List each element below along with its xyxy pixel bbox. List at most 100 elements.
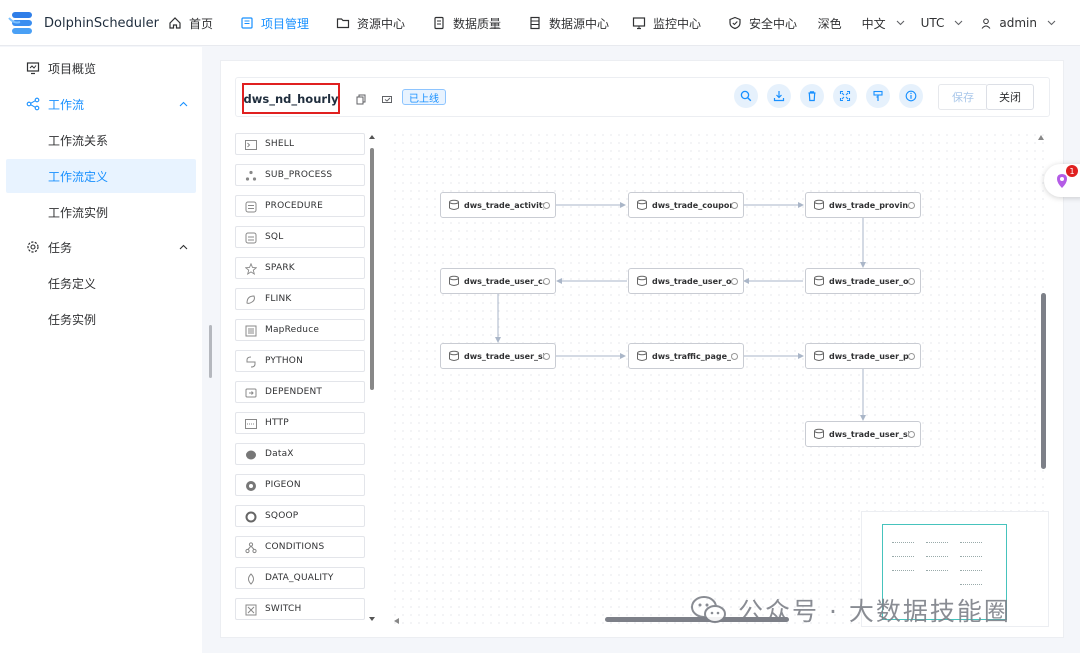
sidebar-item-task[interactable]: 任务: [0, 230, 202, 264]
fullscreen-button[interactable]: [833, 84, 857, 108]
home-icon: [168, 16, 182, 30]
task-type-data-quality[interactable]: DATA_QUALITY: [235, 567, 365, 589]
task-type-sub-process[interactable]: SUB_PROCESS: [235, 164, 365, 186]
sidebar-item-overview[interactable]: 项目概览: [0, 51, 202, 85]
main-nav: 首页 项目管理 资源中心 数据质量 数据源中心 监控中心 安全中心: [168, 0, 818, 46]
watermark-text: 公众号 · 大数据技能圈: [738, 597, 1011, 626]
copy-icon[interactable]: [356, 90, 366, 109]
task-type-datax[interactable]: DataX: [235, 443, 365, 465]
language-value: 中文: [861, 16, 886, 31]
nav-home-label: 首页: [189, 16, 214, 31]
sidebar-item-task-definition[interactable]: 任务定义: [0, 266, 202, 300]
dag-node[interactable]: dws_trade_user_car...: [440, 268, 556, 294]
task-type-http[interactable]: HTTP: [235, 412, 365, 434]
task-type-label: SHELL: [265, 139, 295, 149]
delete-icon: [808, 91, 816, 102]
language-select[interactable]: 中文: [862, 15, 905, 32]
dag-node[interactable]: dws_trade_coupon_...: [628, 192, 744, 218]
timezone-select[interactable]: UTC: [921, 16, 964, 30]
save-button[interactable]: 保存: [938, 84, 988, 110]
sidebar-item-label: 工作流定义: [48, 169, 109, 184]
sidebar-item-workflow-definition[interactable]: 工作流定义: [6, 159, 196, 193]
shield-icon: [728, 16, 742, 30]
task-type-sqoop[interactable]: SQOOP: [235, 505, 365, 527]
dag-node-label: dws_trade_user_ord: [652, 276, 732, 286]
app-logo[interactable]: DolphinScheduler: [8, 10, 159, 36]
task-type-switch[interactable]: SWITCH: [235, 598, 365, 620]
conditions-icon: [244, 541, 257, 554]
dag-node[interactable]: dws_trade_province: [805, 192, 921, 218]
nav-security-label: 安全中心: [749, 16, 798, 31]
dag-node[interactable]: dws_trade_activity...: [440, 192, 556, 218]
sql-node-icon: [637, 199, 647, 210]
nav-data-quality[interactable]: 数据质量: [432, 0, 528, 46]
nav-datasource[interactable]: 数据源中心: [528, 0, 632, 46]
nav-security[interactable]: 安全中心: [728, 0, 818, 46]
format-button[interactable]: [866, 84, 890, 108]
palette-scrollbar[interactable]: [367, 131, 377, 626]
dag-node[interactable]: dws_traffic_page_v...: [628, 343, 744, 369]
sidebar-item-task-instance[interactable]: 任务实例: [0, 302, 202, 336]
task-type-spark[interactable]: SPARK: [235, 257, 365, 279]
sub-process-icon: [244, 169, 257, 182]
dag-node-label: dws_trade_user_ord: [829, 276, 909, 286]
task-type-dependent[interactable]: DEPENDENT: [235, 381, 365, 403]
nav-project[interactable]: 项目管理: [240, 0, 336, 46]
mapreduce-icon: [244, 324, 257, 337]
nav-monitor-label: 监控中心: [653, 16, 702, 31]
task-type-label: SQOOP: [265, 511, 299, 521]
search-icon: [740, 90, 752, 102]
dag-node[interactable]: dws_trade_user_ord: [628, 268, 744, 294]
dag-node[interactable]: dws_trade_user_sku: [440, 343, 556, 369]
node-status-icon: [908, 353, 915, 360]
task-type-conditions[interactable]: CONDITIONS: [235, 536, 365, 558]
dag-node[interactable]: dws_trade_user_pay: [805, 343, 921, 369]
dag-node[interactable]: dws_trade_user_sku: [805, 421, 921, 447]
download-button[interactable]: [767, 84, 791, 108]
gear-icon: [26, 240, 40, 254]
shell-icon: [244, 138, 257, 151]
nav-datasource-label: 数据源中心: [549, 16, 610, 31]
task-type-python[interactable]: PYTHON: [235, 350, 365, 372]
dependent-icon: [244, 386, 257, 399]
close-button[interactable]: 关闭: [986, 84, 1034, 110]
nav-data-quality-label: 数据质量: [453, 16, 502, 31]
status-badge: 已上线: [402, 89, 446, 105]
task-type-pigeon[interactable]: PIGEON: [235, 474, 365, 496]
nav-monitor[interactable]: 监控中心: [632, 0, 728, 46]
node-status-icon: [731, 202, 738, 209]
user-menu[interactable]: admin: [981, 16, 1056, 30]
sql-node-icon: [637, 350, 647, 361]
dag-node-label: dws_trade_coupon_...: [652, 200, 732, 210]
sql-node-icon: [637, 275, 647, 286]
sidebar-scrollbar[interactable]: [209, 325, 212, 378]
nav-resource[interactable]: 资源中心: [336, 0, 432, 46]
workflow-icon: [26, 97, 40, 111]
wechat-icon: [691, 596, 726, 623]
delete-button[interactable]: [800, 84, 824, 108]
canvas-vertical-scrollbar[interactable]: [1041, 293, 1046, 469]
sidebar-item-workflow-instance[interactable]: 工作流实例: [0, 195, 202, 229]
task-type-mapreduce[interactable]: MapReduce: [235, 319, 365, 341]
info-button[interactable]: [899, 84, 923, 108]
task-type-flink[interactable]: FLINK: [235, 288, 365, 310]
task-type-procedure[interactable]: PROCEDURE: [235, 195, 365, 217]
floating-assistant-button[interactable]: 1: [1044, 164, 1080, 197]
location-pin-icon: [1057, 174, 1067, 188]
flink-icon: [244, 293, 257, 306]
node-status-icon: [731, 353, 738, 360]
task-type-palette: SHELL SUB_PROCESS PROCEDURE SQL SPARK FL…: [235, 131, 365, 626]
theme-toggle[interactable]: 深色: [818, 15, 842, 32]
sql-node-icon: [814, 199, 824, 210]
nav-home[interactable]: 首页: [168, 0, 240, 46]
task-type-sql[interactable]: SQL: [235, 226, 365, 248]
sidebar-item-label: 工作流关系: [48, 133, 109, 148]
version-icon[interactable]: [382, 90, 393, 109]
task-type-shell[interactable]: SHELL: [235, 133, 365, 155]
sidebar-item-label: 任务: [48, 240, 73, 255]
search-button[interactable]: [734, 84, 758, 108]
sql-node-icon: [449, 275, 459, 286]
dag-node[interactable]: dws_trade_user_ord: [805, 268, 921, 294]
sidebar-item-workflow-relation[interactable]: 工作流关系: [0, 123, 202, 157]
sidebar-item-workflow[interactable]: 工作流: [0, 87, 202, 121]
